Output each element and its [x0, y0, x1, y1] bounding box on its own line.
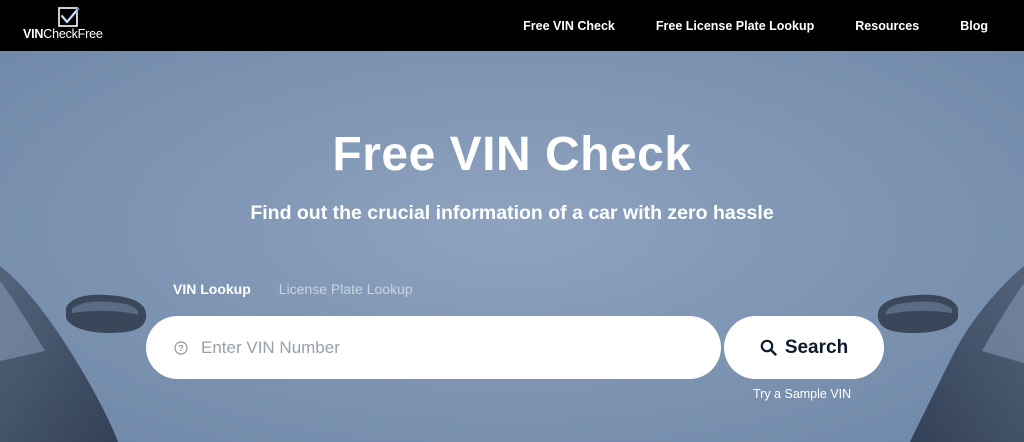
- main-nav: Free VIN Check Free License Plate Lookup…: [482, 19, 988, 33]
- svg-text:?: ?: [178, 343, 183, 353]
- vin-input-container: ?: [146, 316, 721, 379]
- try-sample-vin-link[interactable]: Try a Sample VIN: [753, 387, 851, 401]
- nav-link-resources[interactable]: Resources: [855, 19, 919, 33]
- nav-link-license-plate-lookup[interactable]: Free License Plate Lookup: [656, 19, 814, 33]
- question-circle-icon[interactable]: ?: [174, 340, 188, 355]
- search-button[interactable]: Search: [724, 316, 884, 379]
- logo-wordmark: VINCheckFree: [23, 27, 103, 41]
- nav-link-free-vin-check[interactable]: Free VIN Check: [523, 19, 615, 33]
- hero-subtitle: Find out the crucial information of a ca…: [250, 202, 774, 224]
- tab-license-plate-lookup[interactable]: License Plate Lookup: [279, 281, 413, 297]
- search-icon: [760, 339, 777, 356]
- lookup-tabs: VIN Lookup License Plate Lookup: [173, 281, 441, 297]
- logo-brand-regular: CheckFree: [43, 27, 103, 41]
- page: VINCheckFree Free VIN Check Free License…: [0, 0, 1024, 442]
- search-button-label: Search: [784, 336, 849, 358]
- top-navbar: VINCheckFree Free VIN Check Free License…: [0, 0, 1024, 51]
- hero-title: Free VIN Check: [332, 128, 692, 181]
- checkmark-logo-icon: [58, 7, 80, 27]
- car-left-image: [0, 266, 1024, 442]
- hero-section: Free VIN Check Find out the crucial info…: [0, 51, 1024, 442]
- nav-link-blog[interactable]: Blog: [960, 19, 988, 33]
- vin-number-input[interactable]: [199, 336, 683, 359]
- logo-brand-bold: VIN: [23, 27, 44, 41]
- tab-vin-lookup[interactable]: VIN Lookup: [173, 281, 251, 297]
- site-logo[interactable]: VINCheckFree: [14, 0, 124, 51]
